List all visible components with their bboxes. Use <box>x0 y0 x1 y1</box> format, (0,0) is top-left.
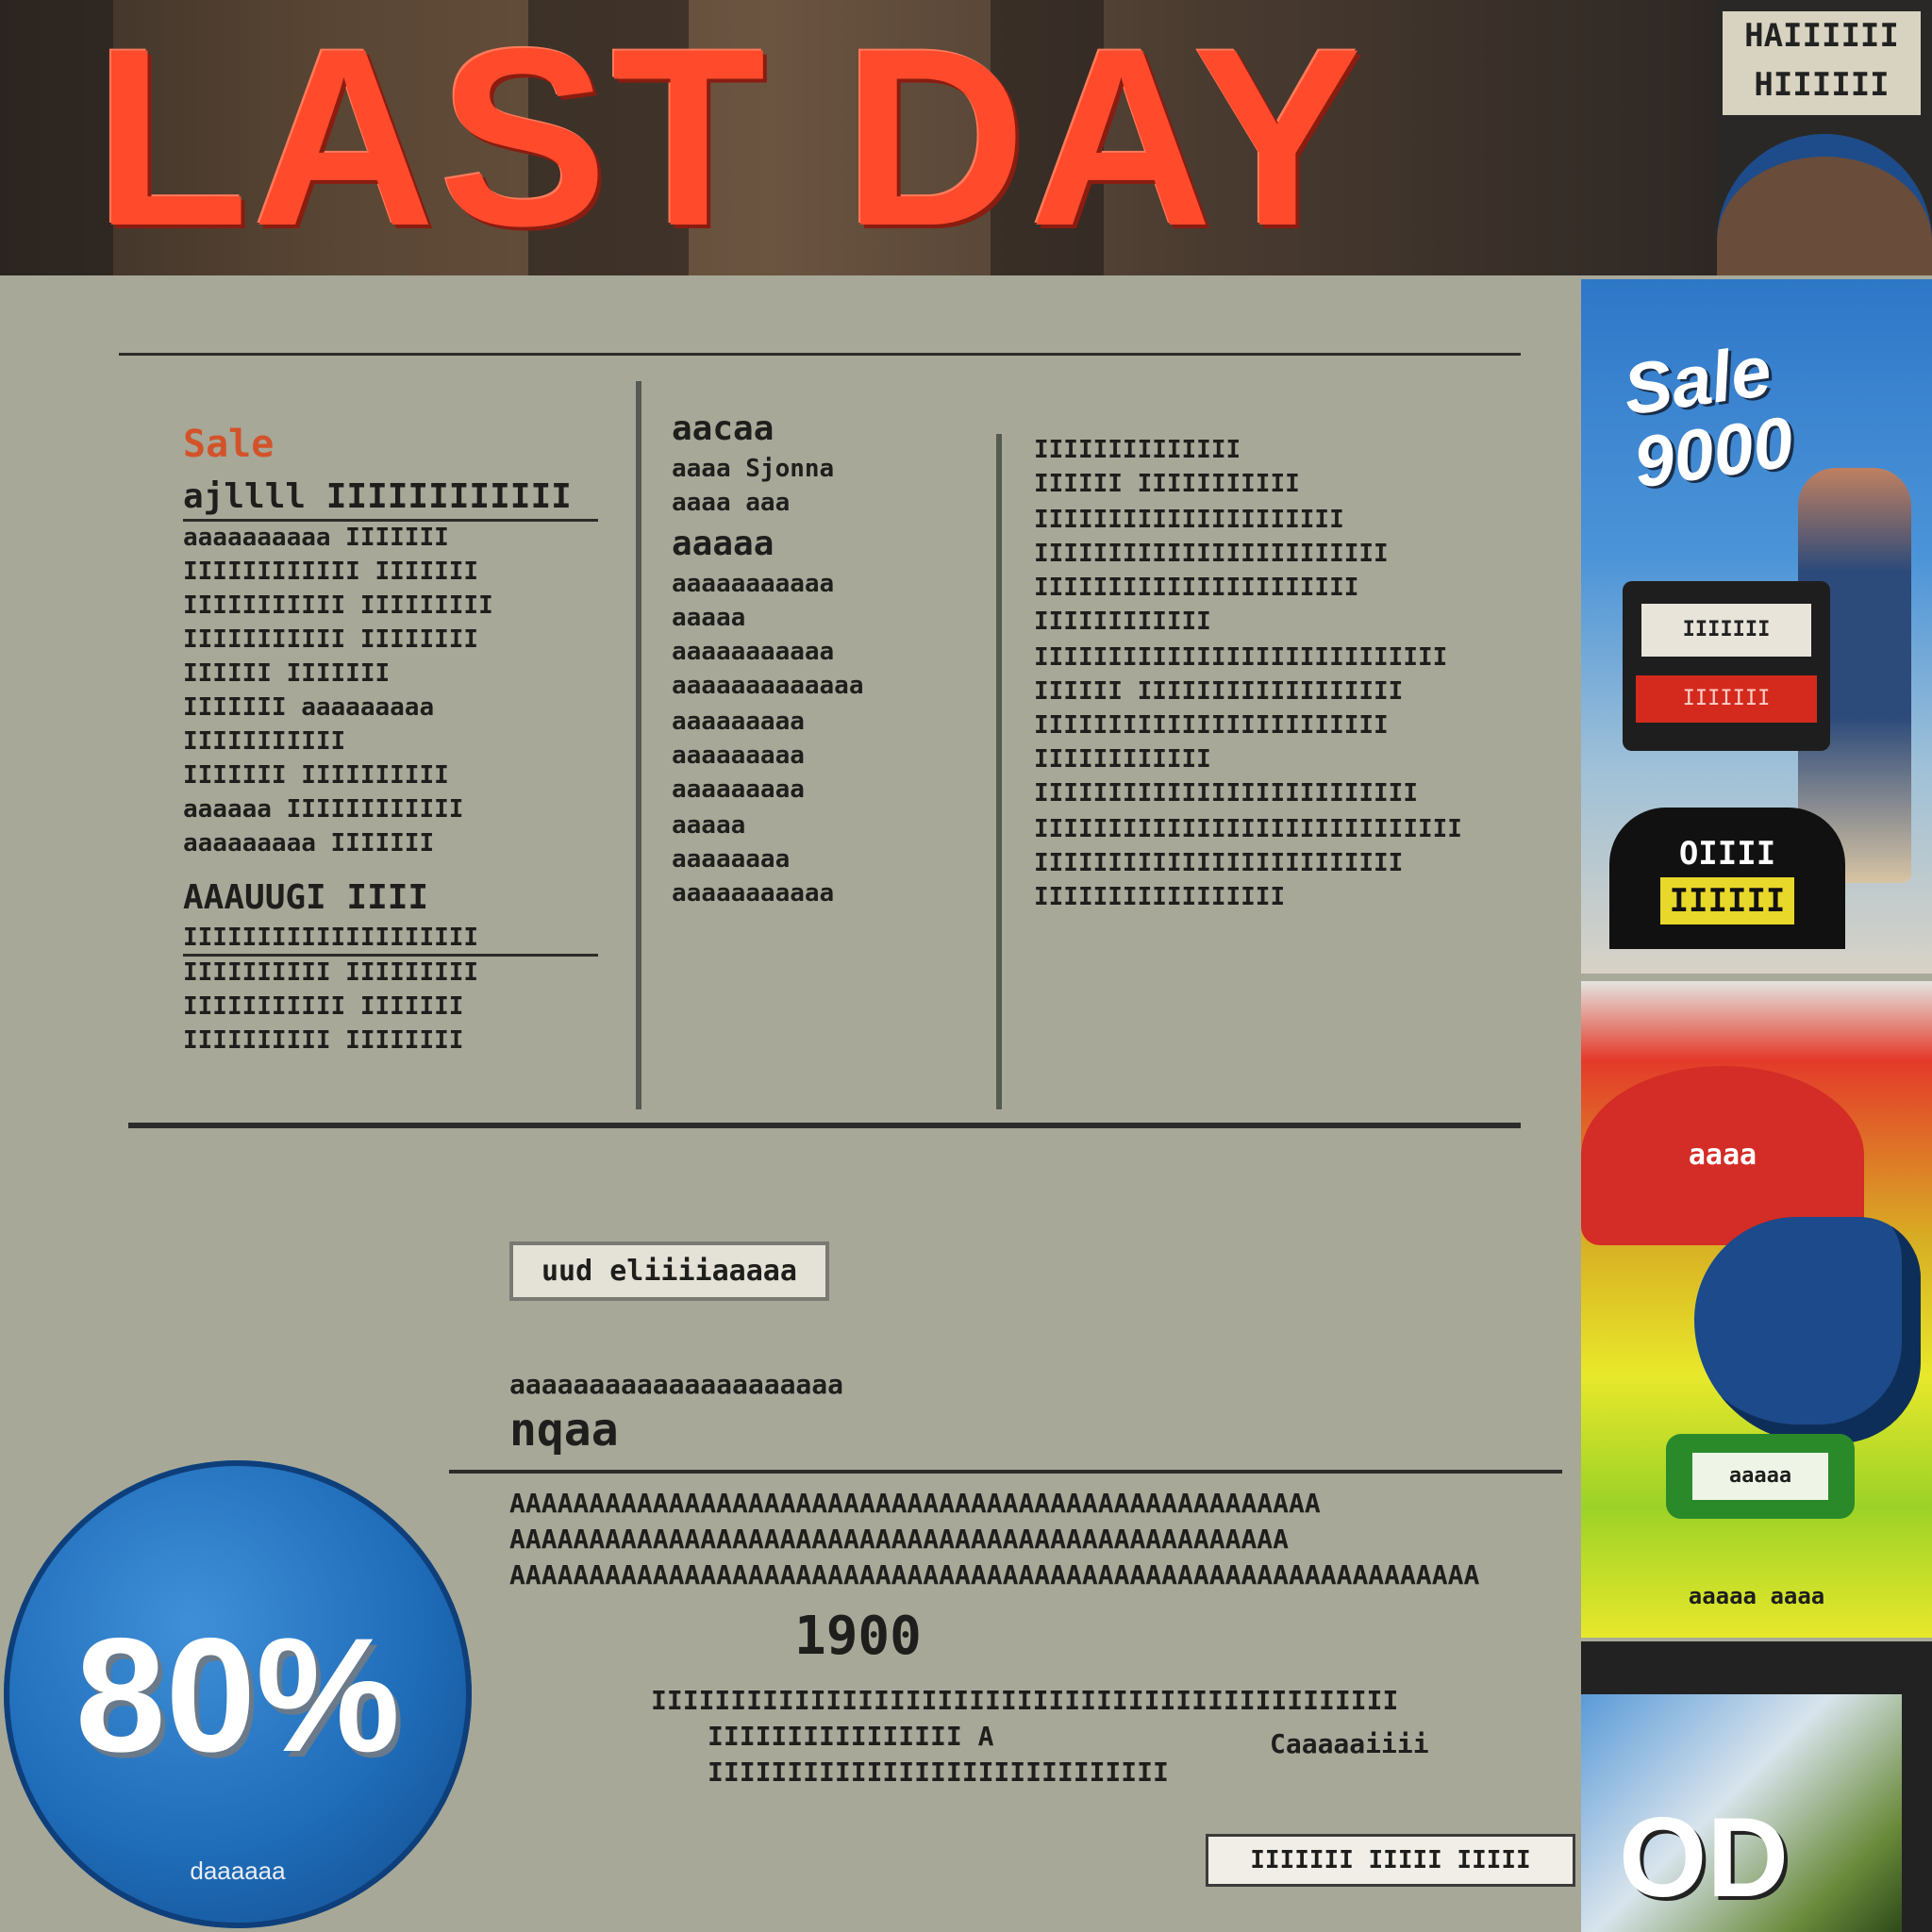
product-box: IIIIIII IIIIIII <box>1623 581 1830 751</box>
shoe-graphic <box>1694 1217 1921 1443</box>
banner-title: LAST DAY <box>94 0 1366 275</box>
lower-tab: uud eliiiiaaaaa <box>509 1241 829 1301</box>
green-badge: aaaaa <box>1666 1434 1855 1519</box>
column-subheading: AAAUUGI IIII <box>183 878 429 917</box>
side-ad-bottom-text: OD <box>1619 1794 1789 1921</box>
column-right: IIIIIIIIIIIIII IIIIII IIIIIIIIIII IIIIII… <box>1034 434 1506 915</box>
text-line: aaaaaaaaa <box>672 775 805 804</box>
lower-section: uud eliiiiaaaaa aaaaaaaaaaaaaaaaaaaaa nq… <box>509 1241 1547 1593</box>
column-divider <box>636 381 641 1109</box>
text-line: IIIIII IIIIIII <box>183 659 391 688</box>
discount-percent: 80% <box>75 1605 401 1786</box>
text-line: aaaaaaaaaa IIIIIII <box>183 524 449 552</box>
ad-footer-top: OIIII <box>1678 835 1776 873</box>
text-line: aacaa <box>672 409 774 448</box>
text-line: IIIIIIIIIIII <box>1034 745 1211 774</box>
text-line: IIIIIIIIIII IIIIIIIII <box>183 591 493 620</box>
text-line: IIIIII IIIIIIIIIII <box>1034 470 1300 498</box>
text-line: IIIIIIIIIIIIIIIIIIIII <box>1034 506 1344 534</box>
text-line: IIIIIIIIIIIIIIIIIIIIIIIIII <box>1034 779 1418 808</box>
text-line: IIIIIIIIIIIIIIIIIIIIII <box>1034 574 1359 602</box>
column-divider <box>996 434 1002 1109</box>
text-line: IIIIIIIIIIIIIIIIIIIIIIIII <box>1034 849 1404 877</box>
text-line: IIIIIIIIII IIIIIIIII <box>183 958 479 987</box>
text-line: aaaaa <box>672 525 774 563</box>
text-line: IIIIIIIIIIIIIIIIIIIIIIIIIIII <box>1034 643 1448 672</box>
ad-footer: OIIII IIIIII <box>1609 808 1845 949</box>
text-line: IIIIIIIIIIIIIIIIIIIIIIII <box>1034 540 1389 568</box>
text-line: IIIIIIIIIIII IIIIIII <box>183 558 479 586</box>
side-ad-bottom: OD <box>1581 1641 1932 1932</box>
text-line: IIIIIIIIIII <box>183 727 346 756</box>
side-ad-caption: aaaaa aaaa <box>1688 1583 1825 1609</box>
green-badge-text: aaaaa <box>1692 1453 1828 1500</box>
text-line: IIIIIIIIIIIIIIIIIIIIIIIIIIIII <box>1034 815 1462 843</box>
text-line: IIIIIIIIIIIIIIIIIIIIIIIIIIIIIIIIIIIIIIII… <box>651 1685 1399 1716</box>
ad-footer-bottom: IIIIII <box>1659 877 1795 924</box>
product-box-label: IIIIIII <box>1641 604 1811 657</box>
text-line: aaaaaaaa <box>672 845 791 874</box>
side-ad-middle: aaaa aaaaa aaaaa aaaa <box>1581 981 1932 1638</box>
sale-banner: LAST DAY <box>0 0 1717 275</box>
section-rule <box>128 1123 1521 1128</box>
text-line: IIIIII IIIIIIIIIIIIIIIIII <box>1034 677 1404 706</box>
corner-sign-text: HAIIIIII HIIIIII <box>1723 11 1921 115</box>
column-left: Sale ajllll IIIIIIIIIIII aaaaaaaaaa IIII… <box>183 423 598 1058</box>
text-line: ajllll IIIIIIIIIIII <box>183 475 598 522</box>
column-middle: aacaa aaaa Sjonna aaaa aaa aaaaa aaaaaaa… <box>672 408 974 911</box>
text-line: IIIIIIIIIIIIIIIIIIIIIIII <box>1034 711 1389 740</box>
discount-badge: 80% daaaaaa <box>4 1460 472 1928</box>
badge-caption: daaaaaa <box>190 1857 286 1885</box>
text-line: AAAAAAAAAAAAAAAAAAAAAAAAAAAAAAAAAAAAAAAA… <box>509 1524 1290 1555</box>
arch-decoration <box>1717 134 1932 275</box>
side-note-text: Caaaaaiiii <box>1270 1728 1429 1759</box>
text-line: aaaaaaaaa IIIIIII <box>183 829 435 858</box>
text-line: aaaa Sjonna <box>672 455 835 483</box>
text-line: IIIIIIIIIIIIIIIII <box>1034 883 1286 911</box>
product-box-stripe: IIIIIII <box>1636 675 1817 723</box>
side-ad-top: Sale 9000 IIIIIII IIIIIII OIIII IIIIII <box>1581 279 1932 974</box>
top-rule <box>119 353 1521 356</box>
text-line: aaaaaaaaaaa <box>672 879 835 908</box>
text-line: IIIIIIIIII IIIIIIII <box>183 1026 464 1055</box>
price-label: 1900 <box>794 1606 922 1667</box>
text-line: IIIIIIIIIII IIIIIII <box>183 992 464 1021</box>
text-line: aaaaa <box>672 811 746 840</box>
text-line: IIIIIII aaaaaaaaa <box>183 693 435 722</box>
corner-sign: HAIIIIII HIIIIII <box>1717 0 1932 275</box>
lower-heading: nqaa <box>509 1404 619 1457</box>
text-line: aaaa aaa <box>672 489 791 517</box>
text-line: aaaaaaaaa <box>672 741 805 770</box>
footer-label: IIIIIII IIIII IIIII <box>1206 1834 1575 1887</box>
text-line: IIIIIIIIIIIIII <box>1034 436 1241 464</box>
text-line: aaaaaaaaaaaaaaaaaaaaa <box>509 1369 844 1400</box>
column-heading: Sale <box>183 423 275 466</box>
text-line: IIIIIIIIIII IIIIIIII <box>183 625 479 654</box>
text-line: AAAAAAAAAAAAAAAAAAAAAAAAAAAAAAAAAAAAAAAA… <box>509 1559 1480 1591</box>
text-line: aaaaaaaaaaa <box>672 570 835 598</box>
text-line: aaaaa <box>672 604 746 632</box>
text-line: aaaaaaaaaaa <box>672 638 835 666</box>
text-line: aaaaaaaaa <box>672 708 805 736</box>
text-line: IIIIIII IIIIIIIIII <box>183 761 449 790</box>
text-line: AAAAAAAAAAAAAAAAAAAAAAAAAAAAAAAAAAAAAAAA… <box>509 1488 1321 1519</box>
text-line: aaaaaaaaaaaaa <box>672 672 864 700</box>
text-line: aaaaaa IIIIIIIIIIII <box>183 795 464 824</box>
text-line: IIIIIIIIIIII <box>1034 608 1211 636</box>
text-line: IIIIIIIIIIIIIIIIIIII <box>183 922 598 957</box>
side-note: Caaaaaiiii <box>1270 1726 1429 1762</box>
